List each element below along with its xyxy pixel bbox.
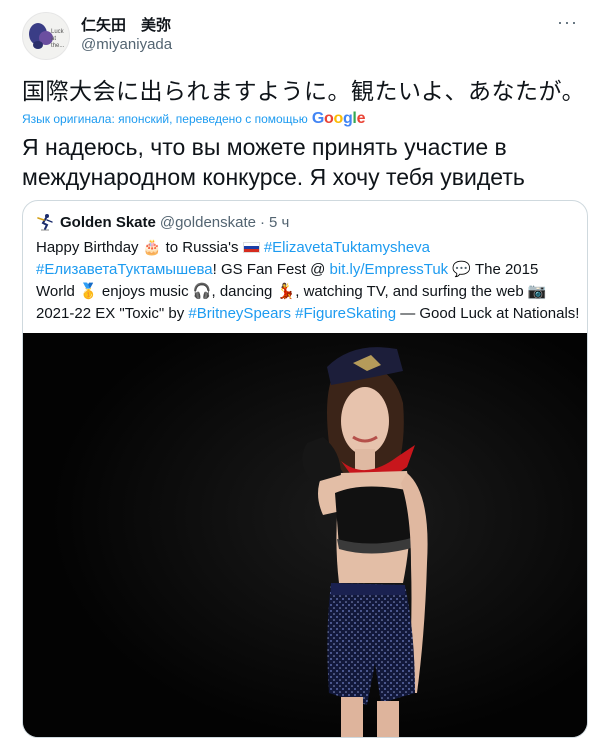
russia-flag-icon: [242, 242, 260, 253]
translated-text: Я надеюсь, что вы можете принять участие…: [22, 134, 525, 190]
gold-medal-emoji-icon: 🥇: [79, 283, 98, 300]
hashtag-link[interactable]: #FigureSkating: [295, 305, 396, 322]
avatar[interactable]: Luck at the...: [22, 12, 70, 60]
hashtag-link[interactable]: #ЕлизаветаТуктамышева: [36, 261, 213, 278]
url-link[interactable]: bit.ly/EmpressTuk: [330, 261, 449, 278]
hashtag-link[interactable]: #ElizavetaTuktamysheva: [264, 239, 430, 256]
speech-bubble-emoji-icon: 💬: [452, 261, 472, 278]
camera-emoji-icon: 📷: [527, 283, 547, 300]
quote-text: Happy Birthday 🎂 to Russia's #ElizavetaT…: [36, 239, 580, 322]
hashtag-link[interactable]: #BritneySpears: [188, 305, 291, 322]
tweet-text: 国際大会に出られますように。観たいよ、あなたが。: [22, 78, 586, 104]
skater-logo-icon: [37, 214, 53, 231]
more-dots-icon[interactable]: ···: [557, 12, 578, 33]
translation-attribution[interactable]: Язык оригинала: японский, переведено с п…: [22, 110, 365, 128]
quote-time[interactable]: 5 ч: [269, 214, 289, 231]
translation-label: Язык оригинала: японский, переведено с п…: [22, 112, 308, 126]
avatar-signature: Luck at the...: [51, 29, 65, 49]
skater-photo-illustration: [23, 333, 587, 737]
quote-header: Golden Skate @goldenskate · 5 ч: [36, 213, 289, 231]
author-display-name[interactable]: 仁矢田 美弥: [81, 14, 171, 35]
dancer-emoji-icon: 💃: [276, 283, 296, 300]
tweet: Luck at the... 仁矢田 美弥 @miyaniyada ··· 国際…: [0, 0, 594, 744]
cake-emoji-icon: 🎂: [142, 239, 162, 256]
author-handle[interactable]: @miyaniyada: [81, 36, 172, 53]
google-logo: Google: [311, 110, 366, 127]
quote-photo[interactable]: [23, 333, 587, 737]
quoted-tweet[interactable]: Golden Skate @goldenskate · 5 ч Happy Bi…: [22, 200, 588, 738]
headphones-emoji-icon: 🎧: [192, 283, 212, 300]
quote-separator: ·: [259, 213, 265, 231]
quote-author-name[interactable]: Golden Skate: [60, 214, 156, 231]
quote-author-handle[interactable]: @goldenskate: [160, 214, 256, 231]
